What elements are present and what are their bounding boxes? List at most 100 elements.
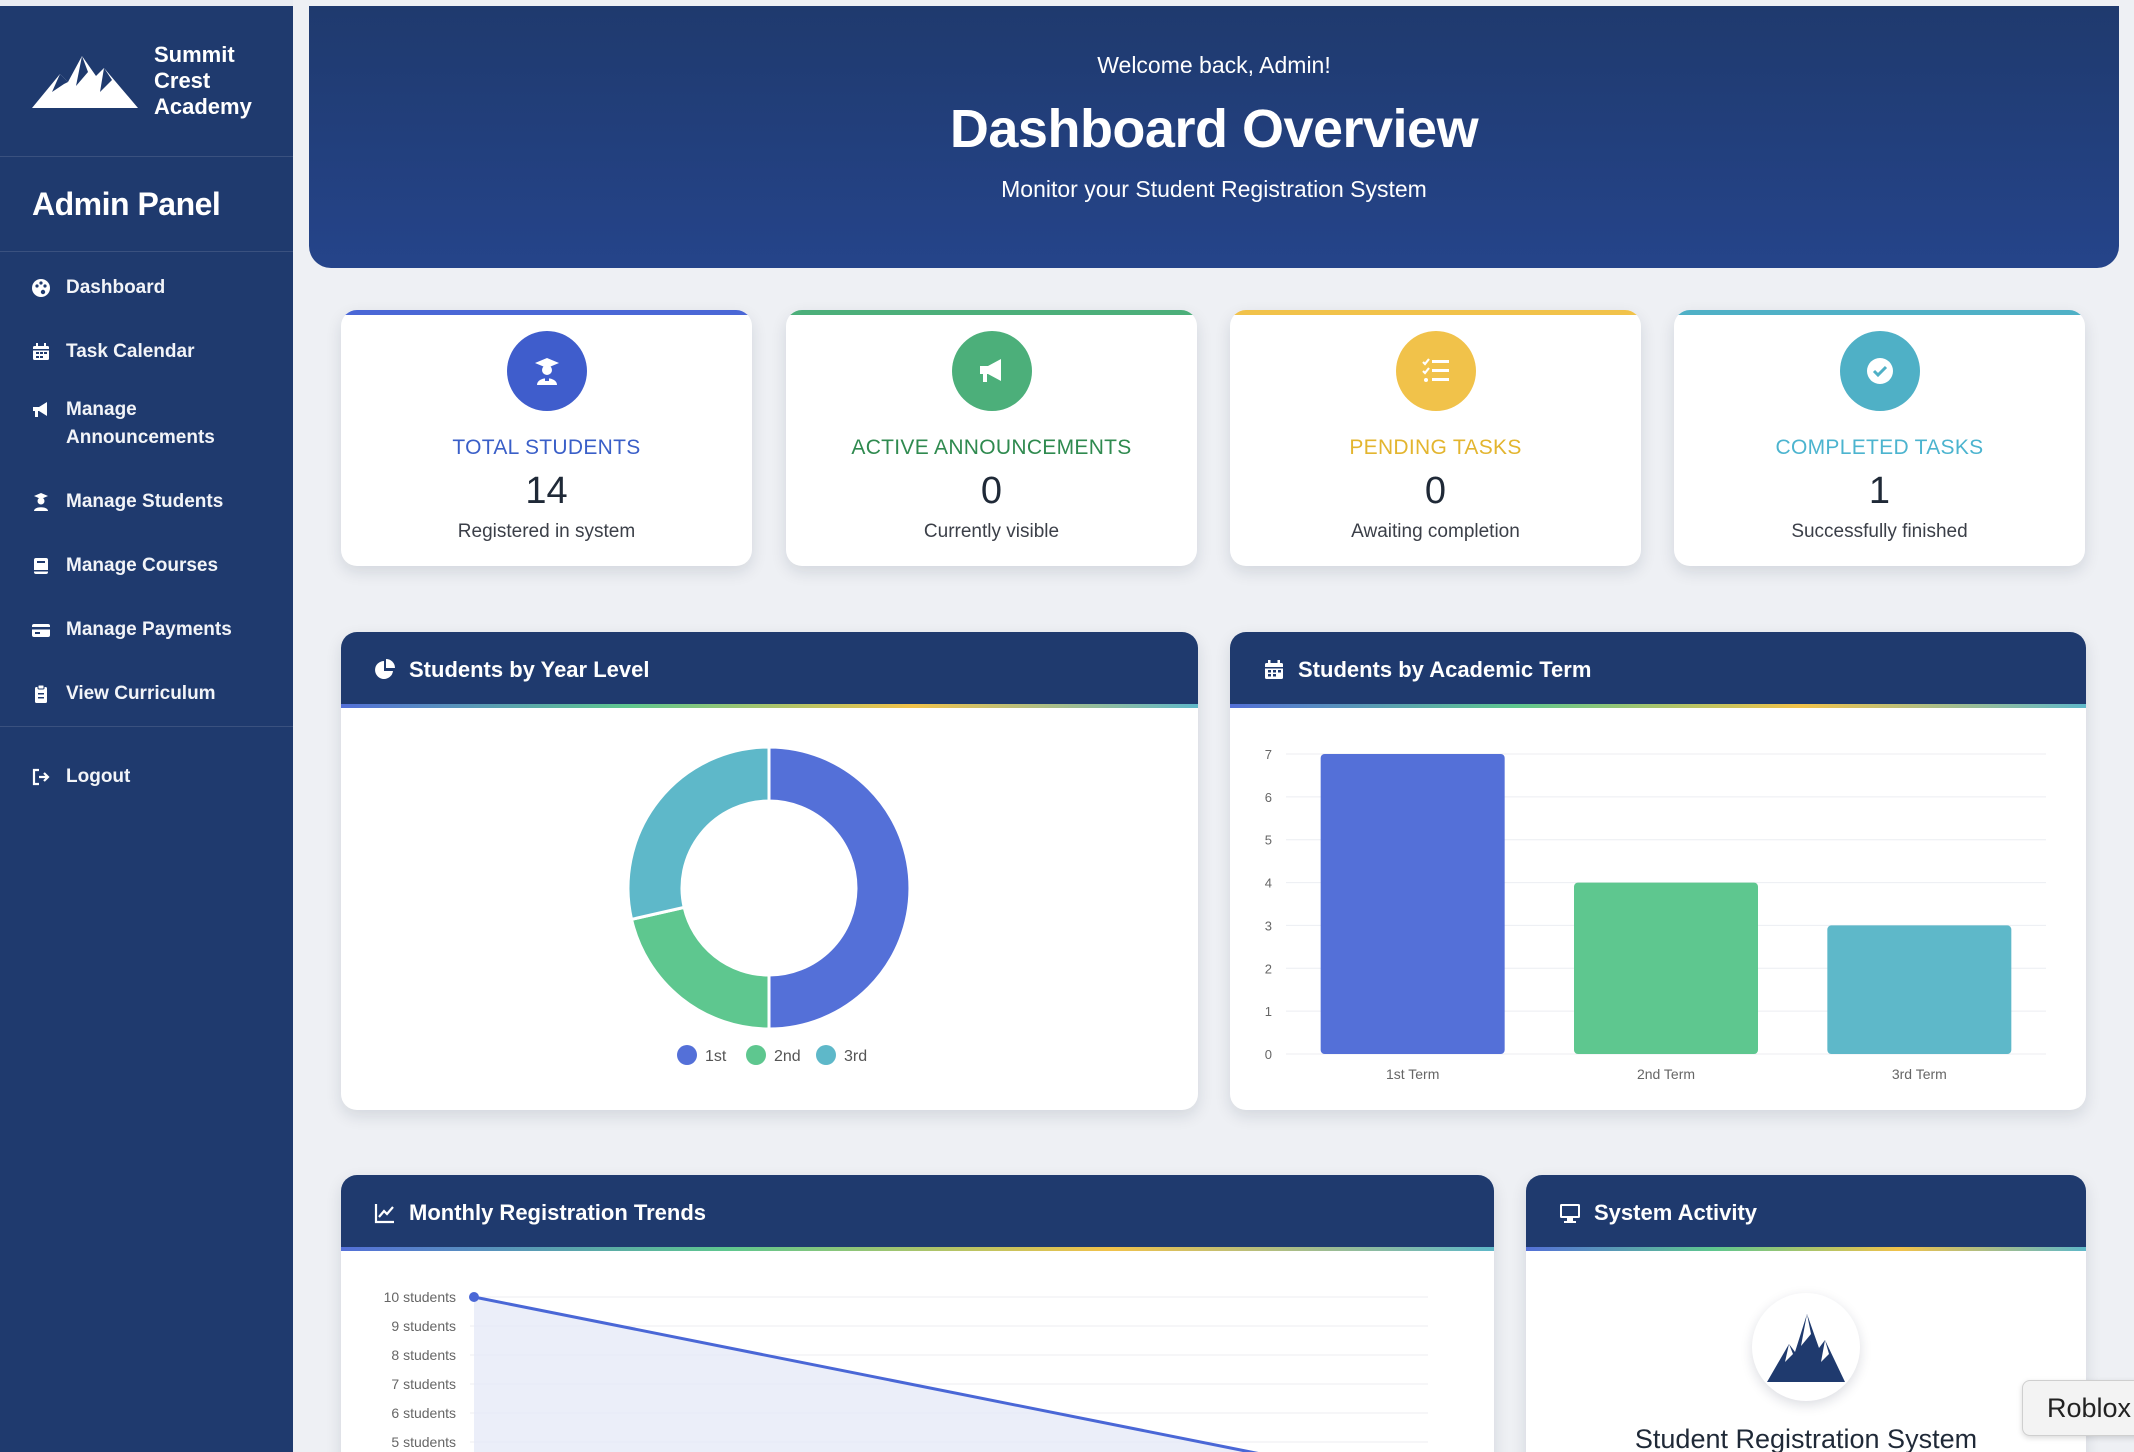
sidebar-item-label: Manage Payments bbox=[66, 619, 232, 640]
sidebar-item-label: Manage Announcements bbox=[66, 399, 215, 448]
academic-term-card: Students by Academic Term 0 1 2 3 4 5 6 7 1st Te… bbox=[1230, 632, 2086, 1110]
card-header: Students by Academic Term bbox=[1230, 632, 2086, 708]
bar bbox=[1320, 754, 1505, 1054]
x-tick-label: 1st Term bbox=[1386, 1066, 1439, 1082]
stat-card-pending-tasks[interactable]: PENDING TASKS 0 Awaiting completion bbox=[1230, 310, 1641, 566]
y-tick-label: 8 students bbox=[391, 1347, 456, 1363]
card-title: System Activity bbox=[1594, 1200, 1758, 1225]
y-tick-label: 3 bbox=[1265, 918, 1272, 933]
logout-button[interactable]: Logout bbox=[0, 763, 293, 791]
sidebar-item-manage-courses[interactable]: Manage Courses bbox=[0, 552, 293, 580]
pie-chart-icon bbox=[375, 659, 395, 679]
sidebar-item-manage-students[interactable]: Manage Students bbox=[0, 488, 293, 516]
dashboard-header: Welcome back, Admin! Dashboard Overview … bbox=[309, 6, 2119, 268]
stat-label: TOTAL STUDENTS bbox=[452, 436, 641, 459]
calendar-icon bbox=[1265, 660, 1283, 679]
x-tick-label: 2nd Term bbox=[1637, 1066, 1695, 1082]
brand-name-line: Academy bbox=[154, 94, 252, 119]
donut-slice bbox=[626, 745, 771, 922]
legend-swatch bbox=[746, 1045, 766, 1065]
donut-slice bbox=[767, 745, 912, 1031]
line-chart-icon bbox=[374, 1204, 394, 1224]
bar bbox=[1574, 882, 1758, 1054]
logout-label: Logout bbox=[66, 766, 131, 787]
sidebar-item-label: Manage Students bbox=[66, 491, 224, 512]
sidebar: Summit Crest Academy Admin Panel Dashboa… bbox=[0, 0, 293, 1452]
card-header: System Activity bbox=[1526, 1175, 2086, 1251]
card-title: Students by Academic Term bbox=[1298, 657, 1592, 682]
sidebar-item-announcements[interactable]: Manage Announcements bbox=[0, 396, 293, 452]
card-title: Monthly Registration Trends bbox=[409, 1200, 707, 1225]
stat-card-total-students[interactable]: TOTAL STUDENTS 14 Registered in system bbox=[341, 310, 752, 566]
logout-icon bbox=[32, 768, 50, 786]
stat-value: 14 bbox=[525, 470, 568, 512]
stat-label: ACTIVE ANNOUNCEMENTS bbox=[851, 436, 1132, 459]
sidebar-item-manage-payments[interactable]: Manage Payments bbox=[0, 616, 293, 644]
x-tick-label: 3rd Term bbox=[1892, 1066, 1947, 1082]
stat-card-completed-tasks[interactable]: COMPLETED TASKS 1 Successfully finished bbox=[1674, 310, 2085, 566]
activity-heading: Student Registration System bbox=[1634, 1424, 1978, 1452]
student-icon bbox=[34, 493, 48, 511]
page-title: Dashboard Overview bbox=[949, 99, 1479, 159]
year-level-card: Students by Year Level 1st 2nd 3rd bbox=[341, 632, 1198, 1110]
megaphone-icon bbox=[951, 331, 1032, 411]
sidebar-item-view-curriculum[interactable]: View Curriculum bbox=[0, 680, 293, 708]
y-tick-label: 0 bbox=[1265, 1047, 1272, 1062]
data-point bbox=[469, 1292, 479, 1302]
y-tick-label: 2 bbox=[1265, 961, 1272, 976]
academy-logo bbox=[1752, 1293, 1860, 1401]
welcome-text: Welcome back, Admin! bbox=[1097, 52, 1331, 78]
monthly-trends-card: Monthly Registration Trends 10 students 9… bbox=[341, 1175, 1494, 1452]
sidebar-item-label: Dashboard bbox=[66, 277, 166, 298]
monthly-trends-line-chart[interactable]: 10 students 9 students 8 students 7 student… bbox=[341, 1251, 1494, 1452]
y-tick-label: 4 bbox=[1265, 876, 1272, 891]
monitor-icon bbox=[1560, 1204, 1580, 1223]
card-header: Monthly Registration Trends bbox=[341, 1175, 1494, 1251]
academic-term-bar-chart[interactable]: 0 1 2 3 4 5 6 7 1st Term 2nd Term 3rd Term bbox=[1230, 708, 2086, 1110]
stat-accent-bar bbox=[1674, 310, 2085, 315]
line-area bbox=[474, 1297, 1251, 1452]
legend-label: 1st bbox=[705, 1048, 727, 1065]
megaphone-icon bbox=[33, 402, 47, 417]
card-title: Students by Year Level bbox=[409, 657, 650, 682]
sidebar-item-label: Task Calendar bbox=[66, 341, 195, 362]
y-tick-label: 9 students bbox=[391, 1318, 456, 1334]
y-tick-label: 6 bbox=[1265, 790, 1272, 805]
y-tick-label: 1 bbox=[1265, 1004, 1272, 1019]
y-tick-label: 7 students bbox=[391, 1376, 456, 1392]
y-tick-label: 7 bbox=[1265, 747, 1272, 762]
stat-label: COMPLETED TASKS bbox=[1775, 436, 1984, 459]
mountain-logo-icon bbox=[1767, 1314, 1845, 1382]
sidebar-item-dashboard[interactable]: Dashboard bbox=[0, 274, 293, 302]
brand[interactable]: Summit Crest Academy bbox=[0, 6, 293, 157]
stat-description: Successfully finished bbox=[1791, 521, 1968, 542]
graduate-icon bbox=[506, 331, 587, 411]
stat-value: 0 bbox=[980, 470, 1003, 512]
stat-description: Currently visible bbox=[923, 521, 1060, 542]
calendar-icon bbox=[33, 343, 49, 360]
y-tick-label: 5 students bbox=[391, 1434, 456, 1450]
system-activity-card: System Activity Student Registration Sys… bbox=[1526, 1175, 2086, 1452]
year-level-donut-chart[interactable]: 1st 2nd 3rd bbox=[341, 708, 1198, 1110]
legend-swatch bbox=[677, 1045, 697, 1065]
card-header: Students by Year Level bbox=[341, 632, 1198, 708]
stat-card-active-announcements[interactable]: ACTIVE ANNOUNCEMENTS 0 Currently visible bbox=[786, 310, 1197, 566]
brand-name-line: Crest bbox=[154, 68, 211, 93]
page-subtitle: Monitor your Student Registration System bbox=[1001, 176, 1427, 202]
roblox-tooltip: Roblox bbox=[2022, 1380, 2134, 1436]
y-tick-label: 6 students bbox=[391, 1405, 456, 1421]
bar bbox=[1827, 925, 2012, 1054]
mountain-logo-icon bbox=[32, 56, 138, 108]
clipboard-icon bbox=[35, 684, 47, 703]
panel-title: Admin Panel bbox=[0, 157, 293, 252]
sidebar-item-task-calendar[interactable]: Task Calendar bbox=[0, 338, 293, 366]
legend-swatch bbox=[816, 1045, 836, 1065]
legend-label: 3rd bbox=[844, 1048, 867, 1065]
book-icon bbox=[34, 558, 48, 574]
y-tick-label: 5 bbox=[1265, 833, 1272, 848]
check-circle-icon bbox=[1839, 331, 1920, 411]
y-tick-label: 10 students bbox=[384, 1289, 456, 1305]
stat-accent-bar bbox=[341, 310, 752, 315]
stat-label: PENDING TASKS bbox=[1349, 436, 1522, 459]
tasks-icon bbox=[1395, 331, 1476, 411]
